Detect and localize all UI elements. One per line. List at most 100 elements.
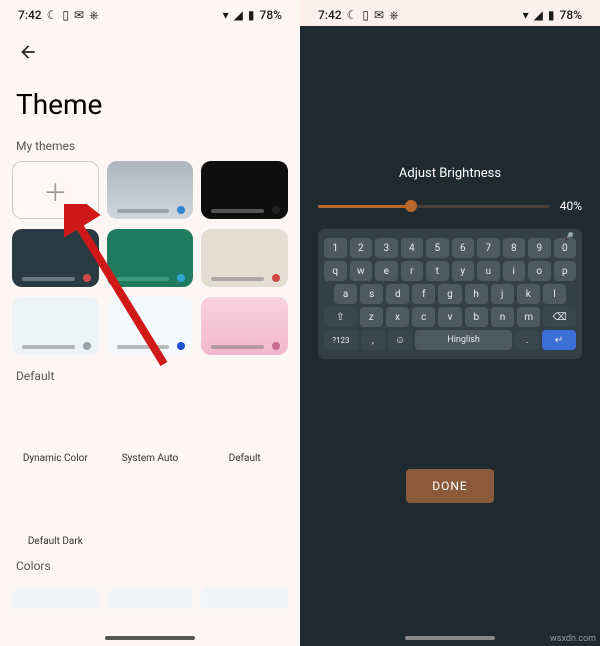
- key[interactable]: x: [386, 307, 409, 327]
- key[interactable]: i: [503, 261, 526, 281]
- enter-key[interactable]: ↵: [542, 330, 576, 350]
- kb-number-row: 1 2 3 4 5 6 7 8 9 0: [324, 238, 576, 258]
- brightness-panel: Adjust Brightness 40% 🎤 1 2 3 4 5 6 7 8 …: [300, 26, 600, 646]
- nav-bar[interactable]: [405, 636, 495, 640]
- nav-bar[interactable]: [105, 636, 195, 640]
- key[interactable]: a: [334, 284, 357, 304]
- key[interactable]: e: [375, 261, 398, 281]
- key[interactable]: r: [401, 261, 424, 281]
- location-icon: ⎈: [89, 8, 99, 23]
- my-themes-grid: ＋: [0, 161, 300, 355]
- battery-icon: ▮: [248, 8, 255, 22]
- key[interactable]: o: [528, 261, 551, 281]
- status-time: 7:42: [318, 8, 342, 22]
- my-theme-tile[interactable]: [201, 229, 288, 287]
- key[interactable]: 6: [452, 238, 475, 258]
- key[interactable]: 1: [324, 238, 347, 258]
- key[interactable]: p: [554, 261, 577, 281]
- mail-icon: ✉: [374, 8, 384, 22]
- keyboard-preview: 🎤 1 2 3 4 5 6 7 8 9 0 q w e r t y u: [318, 229, 582, 359]
- tile-label: Default Dark: [28, 536, 83, 547]
- slider-thumb[interactable]: [405, 200, 417, 212]
- key[interactable]: y: [452, 261, 475, 281]
- space-key[interactable]: Hinglish: [415, 330, 512, 350]
- key[interactable]: q: [324, 261, 347, 281]
- tile-label: System Auto: [122, 453, 179, 464]
- key[interactable]: 2: [350, 238, 373, 258]
- signal-icon: ◢: [234, 8, 243, 22]
- symbols-key[interactable]: ?123: [324, 330, 358, 350]
- key[interactable]: n: [491, 307, 514, 327]
- color-tile[interactable]: [12, 587, 99, 609]
- status-bar: 7:42 ☾ ▯ ✉ ⎈ ▾ ◢ ▮ 78%: [0, 0, 300, 26]
- moon-icon: ☾: [347, 8, 358, 22]
- adjust-brightness-label: Adjust Brightness: [399, 166, 501, 181]
- key[interactable]: 4: [401, 238, 424, 258]
- tile-label: Default: [229, 453, 261, 464]
- wifi-icon: ▾: [523, 8, 529, 22]
- key[interactable]: w: [350, 261, 373, 281]
- default-themes-grid: ✓ Dynamic Color System Auto Default Defa…: [0, 391, 300, 547]
- key[interactable]: f: [412, 284, 435, 304]
- theme-settings-screen: 7:42 ☾ ▯ ✉ ⎈ ▾ ◢ ▮ 78% Theme My themes ＋: [0, 0, 300, 646]
- key[interactable]: c: [412, 307, 435, 327]
- key[interactable]: s: [360, 284, 383, 304]
- emoji-key[interactable]: ☺: [388, 330, 412, 350]
- my-theme-tile[interactable]: [201, 297, 288, 355]
- page-title: Theme: [0, 68, 300, 135]
- brightness-screen: 7:42 ☾ ▯ ✉ ⎈ ▾ ◢ ▮ 78% Adjust Brightness…: [300, 0, 600, 646]
- key[interactable]: 9: [528, 238, 551, 258]
- done-button[interactable]: DONE: [406, 469, 494, 503]
- color-tile[interactable]: [201, 587, 288, 609]
- key[interactable]: b: [465, 307, 488, 327]
- key[interactable]: 7: [477, 238, 500, 258]
- backspace-key[interactable]: ⌫: [543, 307, 576, 327]
- back-button[interactable]: [16, 40, 40, 64]
- key[interactable]: d: [386, 284, 409, 304]
- section-my-themes: My themes: [0, 135, 300, 161]
- my-theme-tile[interactable]: [107, 297, 194, 355]
- battery-saver-icon: ▯: [362, 8, 369, 22]
- key[interactable]: v: [438, 307, 461, 327]
- plus-icon: ＋: [43, 173, 67, 208]
- watermark: wsxdn.com: [550, 634, 596, 644]
- battery-icon: ▮: [548, 8, 555, 22]
- wifi-icon: ▾: [223, 8, 229, 22]
- key[interactable]: k: [517, 284, 540, 304]
- status-time: 7:42: [18, 8, 42, 22]
- comma-key[interactable]: ,: [361, 330, 385, 350]
- status-bar: 7:42 ☾ ▯ ✉ ⎈ ▾ ◢ ▮ 78%: [300, 0, 600, 26]
- my-theme-tile[interactable]: [201, 161, 288, 219]
- battery-saver-icon: ▯: [62, 8, 69, 22]
- key[interactable]: 5: [426, 238, 449, 258]
- battery-percent: 78%: [560, 8, 582, 22]
- key[interactable]: j: [491, 284, 514, 304]
- key[interactable]: g: [438, 284, 461, 304]
- section-default: Default: [0, 365, 300, 391]
- colors-grid: [0, 587, 300, 609]
- key[interactable]: h: [465, 284, 488, 304]
- key[interactable]: m: [517, 307, 540, 327]
- my-theme-tile[interactable]: [107, 161, 194, 219]
- mail-icon: ✉: [74, 8, 84, 22]
- key[interactable]: u: [477, 261, 500, 281]
- key[interactable]: 3: [375, 238, 398, 258]
- shift-key[interactable]: ⇧: [324, 307, 357, 327]
- period-key[interactable]: .: [515, 330, 539, 350]
- brightness-slider[interactable]: [318, 205, 550, 208]
- moon-icon: ☾: [47, 8, 58, 22]
- add-theme-tile[interactable]: ＋: [12, 161, 99, 219]
- brightness-value: 40%: [560, 199, 582, 213]
- key[interactable]: 8: [503, 238, 526, 258]
- signal-icon: ◢: [534, 8, 543, 22]
- my-theme-tile[interactable]: [107, 229, 194, 287]
- battery-percent: 78%: [260, 8, 282, 22]
- tile-label: Dynamic Color: [23, 453, 88, 464]
- key[interactable]: z: [360, 307, 383, 327]
- mic-icon: 🎤: [562, 233, 574, 244]
- key[interactable]: l: [543, 284, 566, 304]
- my-theme-tile[interactable]: [12, 229, 99, 287]
- my-theme-tile[interactable]: [12, 297, 99, 355]
- color-tile[interactable]: [107, 587, 194, 609]
- key[interactable]: t: [426, 261, 449, 281]
